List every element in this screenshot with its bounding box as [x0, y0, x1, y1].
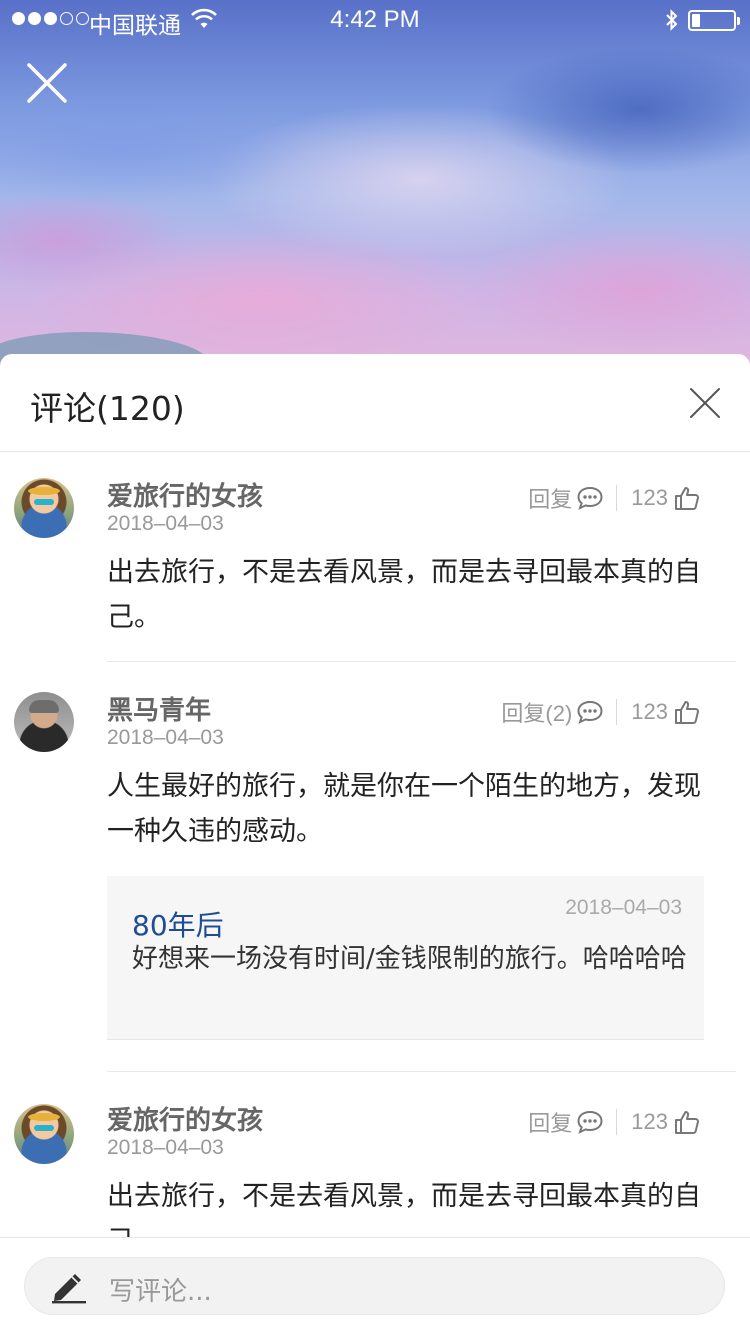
like-button[interactable]: 123 — [631, 485, 700, 511]
reply-label: 回复 — [528, 487, 573, 512]
comment-actions: 回复 123 — [528, 1106, 700, 1138]
action-divider — [616, 699, 618, 725]
reply-button[interactable]: 回复 — [528, 482, 604, 514]
battery-level — [692, 14, 700, 27]
comment-item: 黑马青年 2018–04–03 回复(2) 123 人生最好的旅行，就是你在一个… — [0, 662, 750, 1072]
comment-item: 爱旅行的女孩 2018–04–03 回复 123 出去旅行，不是去看风景，而是去… — [0, 1072, 750, 1238]
pencil-icon — [52, 1274, 86, 1304]
comment-item: 爱旅行的女孩 2018–04–03 回复 123 出去旅行，不是去看风景，而是去… — [0, 452, 750, 662]
like-button[interactable]: 123 — [631, 699, 700, 725]
thumbs-up-icon — [675, 1111, 699, 1134]
comment-text: 出去旅行，不是去看风景，而是去寻回最本真的自己。 — [107, 1181, 701, 1238]
like-count: 123 — [631, 1109, 668, 1134]
comment-actions: 回复 123 — [528, 482, 700, 514]
comments-title: 评论(120) — [30, 389, 185, 428]
comment-date: 2018–04–03 — [107, 512, 224, 535]
thumbs-up-icon — [675, 701, 699, 724]
comment-input[interactable]: 写评论... — [24, 1257, 725, 1315]
comment-date: 2018–04–03 — [107, 726, 224, 749]
comments-header: 评论(120) — [0, 354, 750, 452]
status-bar: 中国联通 4:42 PM — [0, 0, 750, 40]
clock: 4:42 PM — [330, 6, 420, 33]
comment-bubble-icon — [577, 700, 603, 724]
comment-input-placeholder: 写评论... — [109, 1277, 212, 1307]
close-icon[interactable] — [26, 62, 68, 104]
reply-button[interactable]: 回复(2) — [501, 696, 604, 728]
reply-date: 2018–04–03 — [565, 896, 682, 919]
comment-list[interactable]: 爱旅行的女孩 2018–04–03 回复 123 出去旅行，不是去看风景，而是去… — [0, 452, 750, 1238]
comment-username[interactable]: 爱旅行的女孩 — [107, 476, 263, 513]
comment-actions: 回复(2) 123 — [501, 696, 700, 728]
comment-username[interactable]: 黑马青年 — [107, 690, 211, 727]
background-image — [0, 0, 750, 380]
reply-button[interactable]: 回复 — [528, 1106, 604, 1138]
comment-composer: 写评论... — [0, 1237, 750, 1334]
battery-icon — [688, 10, 740, 31]
reply-label: 回复(2) — [501, 701, 573, 726]
reply-text: 好想来一场没有时间/金钱限制的旅行。哈哈哈哈 — [132, 944, 687, 974]
action-divider — [616, 485, 618, 511]
thumbs-up-icon — [675, 487, 699, 510]
like-count: 123 — [631, 485, 668, 510]
close-icon[interactable] — [689, 387, 721, 419]
comment-bubble-icon — [577, 1110, 603, 1134]
avatar[interactable] — [14, 692, 74, 752]
comment-text: 出去旅行，不是去看风景，而是去寻回最本真的自己。 — [107, 557, 701, 633]
like-button[interactable]: 123 — [631, 1109, 700, 1135]
reply-item[interactable]: 80年后 2018–04–03 好想来一场没有时间/金钱限制的旅行。哈哈哈哈 — [107, 876, 704, 1040]
avatar[interactable] — [14, 1104, 74, 1164]
bluetooth-icon — [666, 9, 678, 31]
action-divider — [616, 1109, 618, 1135]
comment-text: 人生最好的旅行，就是你在一个陌生的地方，发现一种久违的感动。 — [107, 771, 701, 847]
comments-panel: 评论(120) 爱旅行的女孩 2018–04–03 回复 123 出去旅行，不是… — [0, 354, 750, 1334]
avatar[interactable] — [14, 478, 74, 538]
comment-username[interactable]: 爱旅行的女孩 — [107, 1100, 263, 1137]
comment-date: 2018–04–03 — [107, 1136, 224, 1159]
like-count: 123 — [631, 699, 668, 724]
comment-bubble-icon — [577, 486, 603, 510]
reply-label: 回复 — [528, 1111, 573, 1136]
